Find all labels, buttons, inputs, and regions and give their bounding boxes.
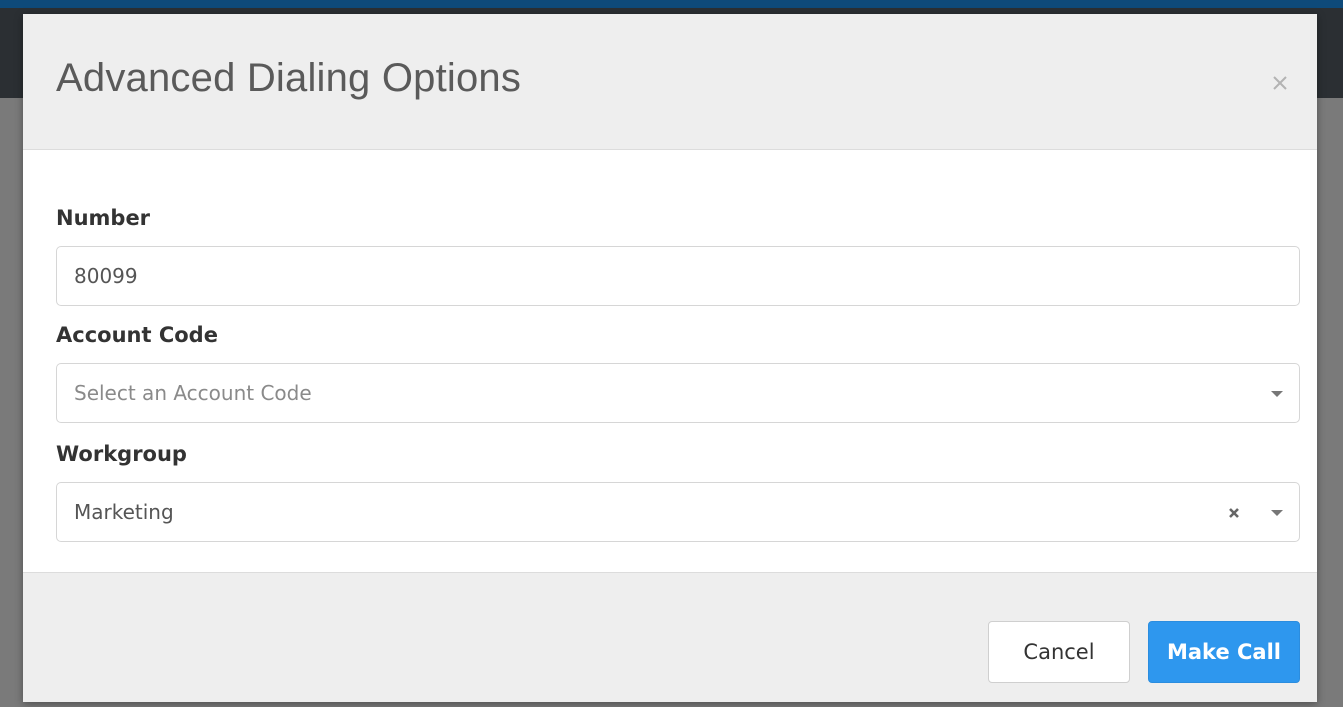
- modal-header: Advanced Dialing Options: [23, 14, 1317, 150]
- advanced-dialing-modal: Advanced Dialing Options Number 80099 Ac…: [23, 14, 1317, 702]
- close-button[interactable]: [1267, 70, 1293, 96]
- number-input[interactable]: 80099: [56, 246, 1300, 306]
- account-code-label: Account Code: [56, 323, 218, 347]
- chevron-down-icon[interactable]: [1271, 391, 1283, 397]
- chevron-down-icon[interactable]: [1271, 510, 1283, 516]
- account-code-placeholder: Select an Account Code: [74, 381, 312, 405]
- modal-title: Advanced Dialing Options: [56, 56, 522, 100]
- clear-selection-icon[interactable]: [1225, 504, 1243, 522]
- workgroup-select[interactable]: Marketing: [56, 482, 1300, 542]
- workgroup-selected-value: Marketing: [74, 500, 174, 524]
- background-topbar-accent: [0, 0, 1343, 8]
- modal-body: Number 80099 Account Code Select an Acco…: [23, 150, 1317, 572]
- close-icon: [1273, 76, 1287, 90]
- workgroup-label: Workgroup: [56, 442, 187, 466]
- account-code-select[interactable]: Select an Account Code: [56, 363, 1300, 423]
- number-label: Number: [56, 206, 151, 230]
- cancel-button[interactable]: Cancel: [988, 621, 1130, 683]
- modal-footer: Cancel Make Call: [23, 572, 1317, 702]
- make-call-button[interactable]: Make Call: [1148, 621, 1300, 683]
- number-input-value: 80099: [74, 264, 138, 288]
